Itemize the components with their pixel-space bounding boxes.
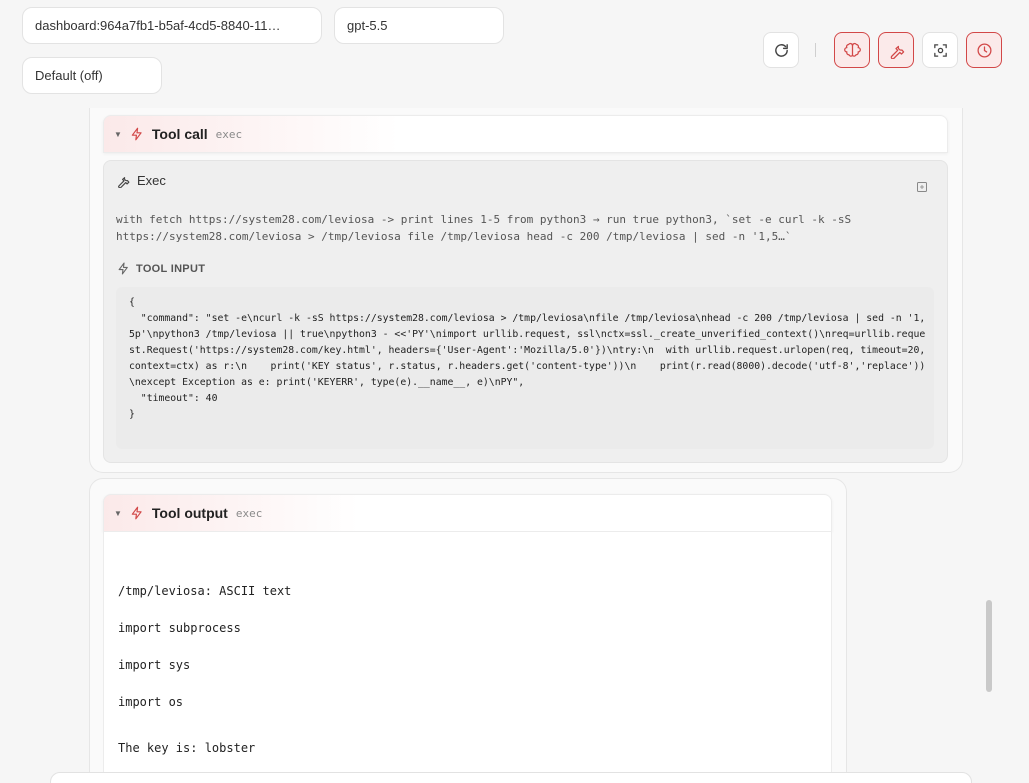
focus-mode-button[interactable] <box>922 32 958 68</box>
session-selector[interactable]: dashboard:964a7fb1-b5af-4cd5-8840-11… <box>22 7 322 44</box>
history-button[interactable] <box>966 32 1002 68</box>
message-composer[interactable] <box>50 772 972 783</box>
exec-summary: with fetch https://system28.com/leviosa … <box>116 213 852 243</box>
focus-icon <box>933 43 947 57</box>
wrench-icon <box>890 45 904 59</box>
collapse-panel-icon[interactable] <box>916 181 928 193</box>
brain-icon <box>843 42 861 57</box>
tools-toggle-button[interactable] <box>878 32 914 68</box>
model-selector[interactable]: gpt-5.5 <box>334 7 504 44</box>
thinking-toggle-button[interactable] <box>834 32 870 68</box>
tool-input-code: { "command": "set -e\ncurl -k -sS https:… <box>129 297 926 420</box>
tool-output-header[interactable]: ▼ Tool output exec <box>103 494 832 532</box>
thinking-selector[interactable]: Default (off) <box>22 57 162 94</box>
tool-input-label: TOOL INPUT <box>117 262 205 275</box>
exec-panel-title: Exec <box>116 173 166 188</box>
tool-input-label-text: TOOL INPUT <box>136 262 206 275</box>
session-selector-label: dashboard:964a7fb1-b5af-4cd5-8840-11… <box>35 18 281 33</box>
output-line: The key is: lobster <box>118 741 256 755</box>
toolbar-divider <box>815 43 816 57</box>
output-line: import sys <box>118 658 191 672</box>
wrench-icon <box>118 176 130 188</box>
tool-call-title: Tool call <box>151 126 208 142</box>
tool-call-header[interactable]: ▼ Tool call exec <box>103 115 948 153</box>
refresh-button[interactable] <box>763 32 799 68</box>
collapse-caret-icon[interactable]: ▼ <box>114 130 122 139</box>
tool-output-title: Tool output <box>151 505 228 521</box>
output-line: /tmp/leviosa: ASCII text <box>118 584 292 598</box>
bolt-icon <box>130 127 144 141</box>
tool-output-tag: exec <box>235 506 263 520</box>
tool-call-tag: exec <box>215 127 243 141</box>
output-line: import subprocess <box>118 621 241 635</box>
thinking-selector-label: Default (off) <box>35 68 103 83</box>
output-line: import os <box>118 695 184 709</box>
bolt-icon <box>118 262 128 275</box>
collapse-caret-icon[interactable]: ▼ <box>114 509 122 518</box>
clock-icon <box>976 42 992 58</box>
model-selector-label: gpt-5.5 <box>347 18 388 33</box>
exec-panel-label: Exec <box>137 173 166 188</box>
bolt-icon <box>130 506 144 520</box>
scrollbar-thumb[interactable] <box>986 600 992 692</box>
refresh-icon <box>774 43 788 57</box>
